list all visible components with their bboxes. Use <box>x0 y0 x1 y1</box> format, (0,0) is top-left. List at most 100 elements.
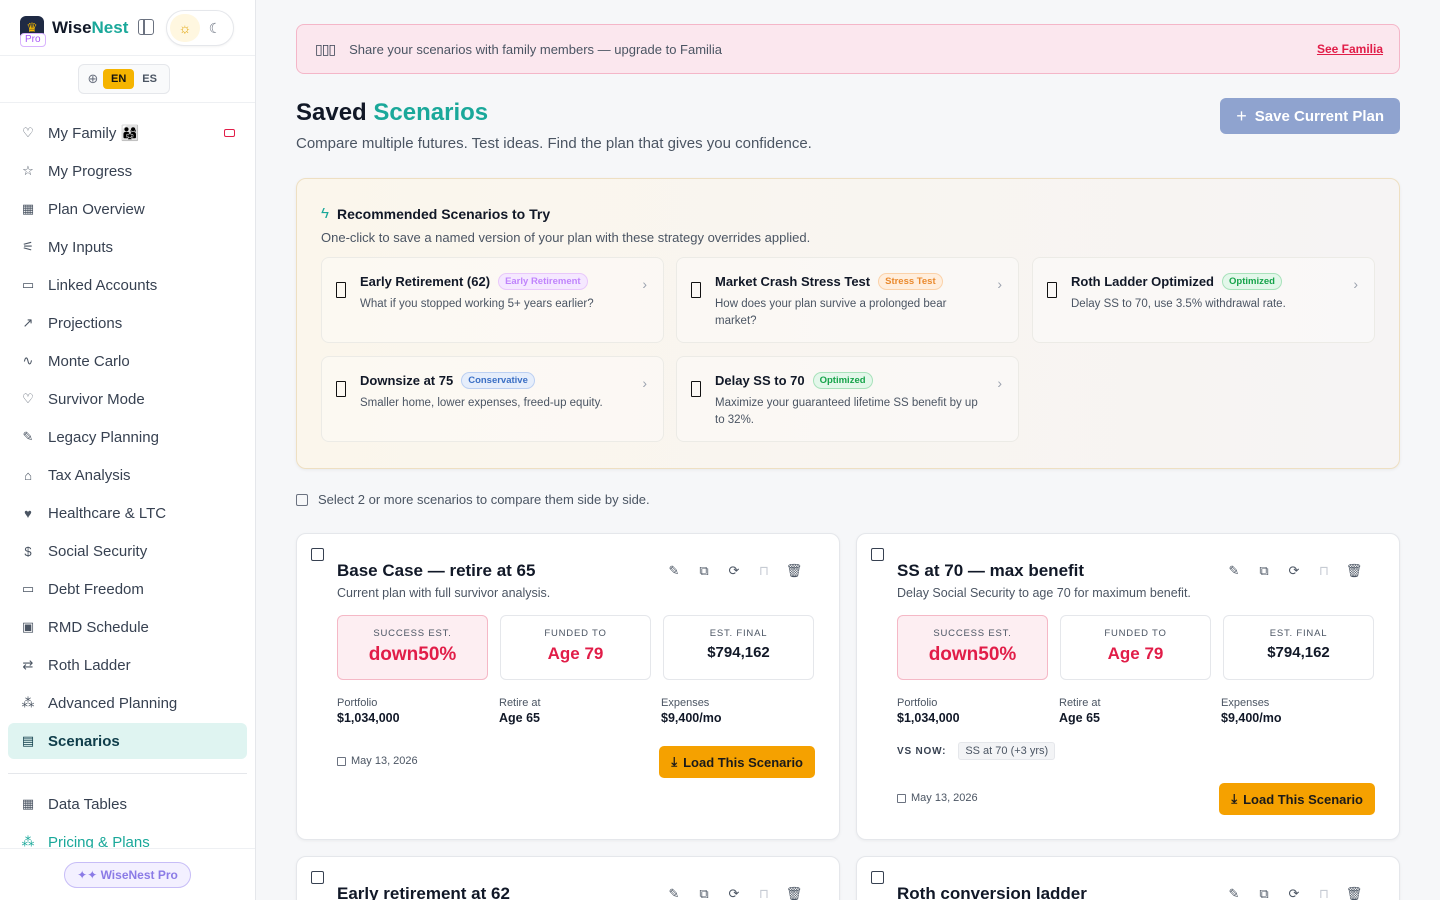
sidebar-item-rmd-schedule[interactable]: ▣ RMD Schedule <box>8 609 247 645</box>
refresh-icon[interactable]: ⟳ <box>719 886 749 900</box>
metric-est-final: EST. FINAL $794,162 <box>1223 615 1374 680</box>
trash-icon[interactable]: 🗑 <box>1339 563 1369 579</box>
page-title-part2: Scenarios <box>373 99 489 126</box>
feather-icon: ✎ <box>22 429 34 444</box>
trash-icon[interactable]: 🗑 <box>779 563 809 579</box>
lock-icon[interactable]: ⊓ <box>1309 563 1339 579</box>
scenario-icon <box>336 381 346 397</box>
kv-portfolio: Portfolio $1,034,000 <box>337 697 400 725</box>
sidebar-item-monte-carlo[interactable]: ∿ Monte Carlo <box>8 343 247 379</box>
recommended-card-roth-ladder[interactable]: Roth Ladder Optimized Optimized Delay SS … <box>1032 257 1375 343</box>
moon-icon[interactable]: ☾ <box>200 14 230 42</box>
metric-label: EST. FINAL <box>1269 628 1328 639</box>
sidebar-item-linked-accounts[interactable]: ▭ Linked Accounts <box>8 267 247 303</box>
edit-icon[interactable]: ✎ <box>659 563 689 579</box>
heart-icon: ♡ <box>22 391 34 406</box>
recommended-card-delay-ss[interactable]: Delay SS to 70 Optimized Maximize your gu… <box>676 356 1019 442</box>
sidebar-item-projections[interactable]: ↗ Projections <box>8 305 247 341</box>
edit-icon[interactable]: ✎ <box>1219 886 1249 900</box>
refresh-icon[interactable]: ⟳ <box>1279 563 1309 579</box>
refresh-icon[interactable]: ⟳ <box>1279 886 1309 900</box>
recommended-card-desc: Smaller home, lower expenses, freed-up e… <box>360 397 603 409</box>
scenario-select-checkbox[interactable] <box>871 548 884 561</box>
sidebar-item-healthcare[interactable]: ♥ Healthcare & LTC <box>8 495 247 531</box>
sidebar-item-scenarios[interactable]: ▤ Scenarios <box>8 723 247 759</box>
sidebar-item-label: Plan Overview <box>48 200 145 218</box>
load-scenario-button[interactable]: ⤓ Load This Scenario <box>1219 783 1375 815</box>
sidebar-item-label: My Progress <box>48 162 133 180</box>
scenario-metrics: SUCCESS EST. down50% FUNDED TO Age 79 EST.… <box>897 615 1386 680</box>
main-content: ▯▯▯ Share your scenarios with family mem… <box>256 0 1440 900</box>
metric-success: SUCCESS EST. down50% <box>337 615 488 680</box>
duplicate-icon[interactable]: ⧉ <box>1249 886 1279 900</box>
metric-value: $794,162 <box>1267 644 1330 661</box>
recommended-scenarios-panel: ϟ Recommended Scenarios to Try One-click… <box>296 178 1400 469</box>
scenario-card: Base Case — retire at 65 Current plan wi… <box>296 533 840 840</box>
sun-icon[interactable]: ☼ <box>170 14 200 42</box>
see-familia-link[interactable]: See Familia <box>1317 42 1383 56</box>
lock-icon[interactable]: ⊓ <box>749 563 779 579</box>
metric-value: down50% <box>368 644 457 665</box>
duplicate-icon[interactable]: ⧉ <box>689 886 719 900</box>
chevron-right-icon: › <box>997 276 1002 292</box>
recommended-card-downsize[interactable]: Downsize at 75 Conservative Smaller home,… <box>321 356 664 442</box>
kv-label: Retire at <box>1059 697 1101 709</box>
sidebar-item-survivor-mode[interactable]: ♡ Survivor Mode <box>8 381 247 417</box>
scenario-actions: ✎ ⧉ ⟳ ⊓ 🗑 <box>659 563 809 579</box>
duplicate-icon[interactable]: ⧉ <box>689 563 719 579</box>
recommended-card-title: Roth Ladder Optimized Optimized <box>1071 273 1336 290</box>
sidebar-item-data-tables[interactable]: ▦ Data Tables <box>8 786 247 822</box>
globe-icon: ⊕ <box>87 71 99 86</box>
sidebar-item-label: Debt Freedom <box>48 580 144 598</box>
refresh-icon[interactable]: ⟳ <box>719 563 749 579</box>
sidebar-item-label: My Family 👨‍👩‍👧 <box>48 125 140 142</box>
sidebar-collapse-icon[interactable] <box>138 19 154 35</box>
edit-icon[interactable]: ✎ <box>659 886 689 900</box>
upgrade-tag-icon <box>224 129 235 137</box>
lock-icon[interactable]: ⊓ <box>749 886 779 900</box>
category-tag: Optimized <box>812 372 873 389</box>
category-tag: Early Retirement <box>498 273 588 290</box>
banner-text: Share your scenarios with family members… <box>349 41 722 57</box>
sidebar-item-plan-overview[interactable]: ▦ Plan Overview <box>8 191 247 227</box>
sidebar-item-social-security[interactable]: $ Social Security <box>8 533 247 569</box>
scenario-desc: Delay Social Security to age 70 for maxi… <box>897 586 1191 600</box>
scenario-icon <box>1047 282 1057 298</box>
lang-option-es[interactable]: ES <box>134 69 165 89</box>
brand-name-part1: Wise <box>52 17 92 37</box>
load-scenario-button[interactable]: ⤓ Load This Scenario <box>659 746 815 778</box>
pulse-icon: ∿ <box>22 353 34 368</box>
sidebar-item-my-progress[interactable]: ☆ My Progress <box>8 153 247 189</box>
sidebar-item-advanced-planning[interactable]: ⁂ Advanced Planning <box>8 685 247 721</box>
upgrade-pro-button[interactable]: ✦✦ WiseNest Pro <box>64 861 191 888</box>
card-icon: ▭ <box>21 581 35 596</box>
brand-name[interactable]: WiseNest <box>52 18 128 38</box>
sidebar-item-roth-ladder[interactable]: ⇄ Roth Ladder <box>8 647 247 683</box>
kv-retire-at: Retire at Age 65 <box>1059 697 1101 725</box>
duplicate-icon[interactable]: ⧉ <box>1249 563 1279 579</box>
sidebar-item-label: Monte Carlo <box>48 352 130 370</box>
recommended-card-desc: Delay SS to 70, use 3.5% withdrawal rate… <box>1071 298 1286 310</box>
trash-icon[interactable]: 🗑 <box>779 886 809 900</box>
scenario-select-checkbox[interactable] <box>871 871 884 884</box>
sidebar-item-my-inputs[interactable]: ⚟ My Inputs <box>8 229 247 265</box>
recommended-card-market-crash[interactable]: Market Crash Stress Test Stress Test How … <box>676 257 1019 343</box>
sidebar-item-debt-freedom[interactable]: ▭ Debt Freedom <box>8 571 247 607</box>
scenario-date-text: May 13, 2026 <box>911 792 978 804</box>
sidebar-item-legacy-planning[interactable]: ✎ Legacy Planning <box>8 419 247 455</box>
scenario-select-checkbox[interactable] <box>311 871 324 884</box>
trash-icon[interactable]: 🗑 <box>1339 886 1369 900</box>
theme-toggle[interactable]: ☼ ☾ <box>166 10 234 46</box>
metric-label: SUCCESS EST. <box>933 628 1012 639</box>
edit-icon[interactable]: ✎ <box>1219 563 1249 579</box>
lang-option-en[interactable]: EN <box>103 69 135 89</box>
lock-icon[interactable]: ⊓ <box>1309 886 1339 900</box>
sidebar-item-tax-analysis[interactable]: ⌂ Tax Analysis <box>8 457 247 493</box>
category-tag: Conservative <box>461 372 535 389</box>
sidebar-item-my-family[interactable]: ♡ My Family 👨‍👩‍👧 <box>8 115 247 151</box>
kv-label: Expenses <box>1221 697 1270 709</box>
plus-icon: + <box>1236 105 1247 126</box>
save-current-plan-button[interactable]: + Save Current Plan <box>1220 98 1400 134</box>
scenario-select-checkbox[interactable] <box>311 548 324 561</box>
recommended-card-early-retirement[interactable]: Early Retirement (62) Early Retirement Wh… <box>321 257 664 343</box>
